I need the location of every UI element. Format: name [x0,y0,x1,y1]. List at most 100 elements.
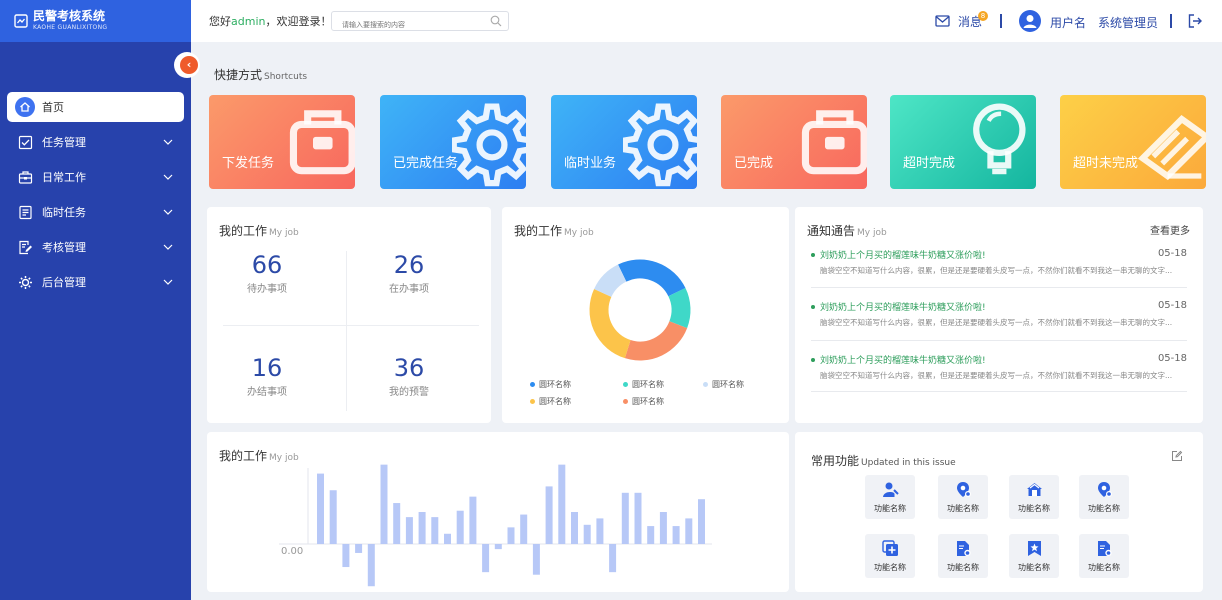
bar [532,544,540,575]
sidebar: 民警考核系统 KAOHE GUANLIXITONG 首页 任务管理 日常工作 临… [0,0,191,600]
function-item[interactable]: 功能名称 [865,475,915,519]
legend-item: 圆环名称 [623,379,664,390]
card-title-text: 我的工作 [219,224,268,238]
divider [811,340,1187,341]
bar [558,464,566,544]
card-title-text: 我的工作 [514,224,563,238]
stat-in-progress[interactable]: 26 在办事项 [349,251,469,295]
shortcut-label: 已完成 [734,156,774,171]
settings-icon [17,274,33,290]
notice-date: 05-18 [1157,300,1187,311]
function-label: 功能名称 [947,504,979,513]
function-label: 功能名称 [1088,504,1120,513]
function-item[interactable]: 功能名称 [1009,475,1059,519]
function-label: 功能名称 [947,563,979,572]
divider [811,287,1187,288]
divider [811,391,1187,392]
notice-headline: 刘奶奶上个月买的榴莲味牛奶糖又涨价啦! [820,251,986,261]
bar [520,514,528,544]
notice-item[interactable]: 刘奶奶上个月买的榴莲味牛奶糖又涨价啦! 05-18 脑袋空空不知道写什么内容，很… [811,248,1187,276]
notice-date: 05-18 [1157,353,1187,364]
username[interactable]: 用户名 [1050,14,1086,31]
shortcut-label: 下发任务 [222,156,275,171]
chevron-left-icon: ‹ [180,56,198,74]
my-work-donut-card: 我的工作 My job 圆环名称 圆环名称 圆环名称 圆环名称 圆环名称 [502,207,789,423]
function-item[interactable]: 功能名称 [1079,475,1129,519]
stat-warnings[interactable]: 36 我的预警 [349,354,469,398]
home-icon [15,97,35,117]
messages-button[interactable]: 消息 8 [935,0,988,42]
sidebar-item-label: 临时任务 [42,206,86,219]
chevron-down-icon [163,209,173,215]
edit-icon[interactable] [1171,450,1183,462]
chevron-down-icon [163,279,173,285]
bar [634,492,642,544]
stat-completed[interactable]: 16 办结事项 [207,354,327,398]
bookmark-star-icon [1027,541,1041,556]
bar [355,544,363,553]
card-subtitle: Updated in this issue [861,458,956,468]
bar [431,517,439,544]
bar [380,464,388,544]
house-icon [1026,483,1042,496]
greeting-prefix: 您好 [209,15,231,28]
view-more-link[interactable]: 查看更多 [1150,222,1190,237]
sidebar-item-assessment[interactable]: 考核管理 [7,232,184,262]
bar [329,490,337,544]
avatar[interactable] [1019,10,1041,32]
notice-headline: 刘奶奶上个月买的榴莲味牛奶糖又涨价啦! [820,303,986,313]
bar [609,544,617,573]
legend-item: 圆环名称 [703,379,744,390]
divider [1000,14,1002,28]
function-label: 功能名称 [1018,504,1050,513]
shortcut-card[interactable]: 已完成 [721,95,867,189]
function-item[interactable]: 功能名称 [938,534,988,578]
function-item[interactable]: 功能名称 [1009,534,1059,578]
bar [405,517,413,544]
user-icon [1023,15,1037,28]
sidebar-item-temporary-tasks[interactable]: 临时任务 [7,197,184,227]
sidebar-item-daily-work[interactable]: 日常工作 [7,162,184,192]
shortcut-card[interactable]: 临时业务 [551,95,697,189]
sidebar-collapse-button[interactable]: ‹ [174,52,200,78]
shortcut-card[interactable]: 超时完成 [890,95,1036,189]
shortcut-label: 超时未完成 [1073,156,1139,171]
bar [647,526,655,544]
stat-pending[interactable]: 66 待办事项 [207,251,327,295]
briefcase-icon [801,110,867,175]
file-gear-icon [1097,541,1112,557]
bar [596,518,604,544]
donut-slice [589,288,632,359]
search-icon[interactable] [490,15,502,27]
mail-icon [935,15,950,27]
shortcut-card[interactable]: 超时未完成 [1060,95,1206,189]
bar [571,512,578,544]
function-item[interactable]: 功能名称 [865,534,915,578]
donut-chart [589,259,691,361]
sidebar-item-home[interactable]: 首页 [7,92,184,122]
sidebar-item-backend[interactable]: 后台管理 [7,267,184,297]
bar [494,544,502,550]
notice-item[interactable]: 刘奶奶上个月买的榴莲味牛奶糖又涨价啦! 05-18 脑袋空空不知道写什么内容，很… [811,300,1187,328]
donut-slice [668,288,691,329]
greeting: 您好admin，欢迎登录！ [209,13,331,29]
search-box [331,11,509,34]
bar [393,503,401,544]
checklist-icon [17,134,33,150]
bar [685,518,693,544]
shortcut-card[interactable]: 已完成任务 [380,95,526,189]
legend-item: 圆环名称 [530,379,571,390]
card-title: 常用功能 Updated in this issue [811,452,956,469]
notice-item[interactable]: 刘奶奶上个月买的榴莲味牛奶糖又涨价啦! 05-18 脑袋空空不知道写什么内容，很… [811,353,1187,381]
function-item[interactable]: 功能名称 [938,475,988,519]
file-gear-icon [956,541,971,557]
logout-icon[interactable] [1187,13,1203,29]
briefcase-icon [289,110,355,175]
shortcut-label: 已完成任务 [393,156,459,171]
shortcut-card[interactable]: 下发任务 [209,95,355,189]
greeting-user: admin [231,15,266,28]
donut-slice [594,264,627,298]
sidebar-item-task-management[interactable]: 任务管理 [7,127,184,157]
search-input[interactable] [342,16,492,34]
function-item[interactable]: 功能名称 [1079,534,1129,578]
